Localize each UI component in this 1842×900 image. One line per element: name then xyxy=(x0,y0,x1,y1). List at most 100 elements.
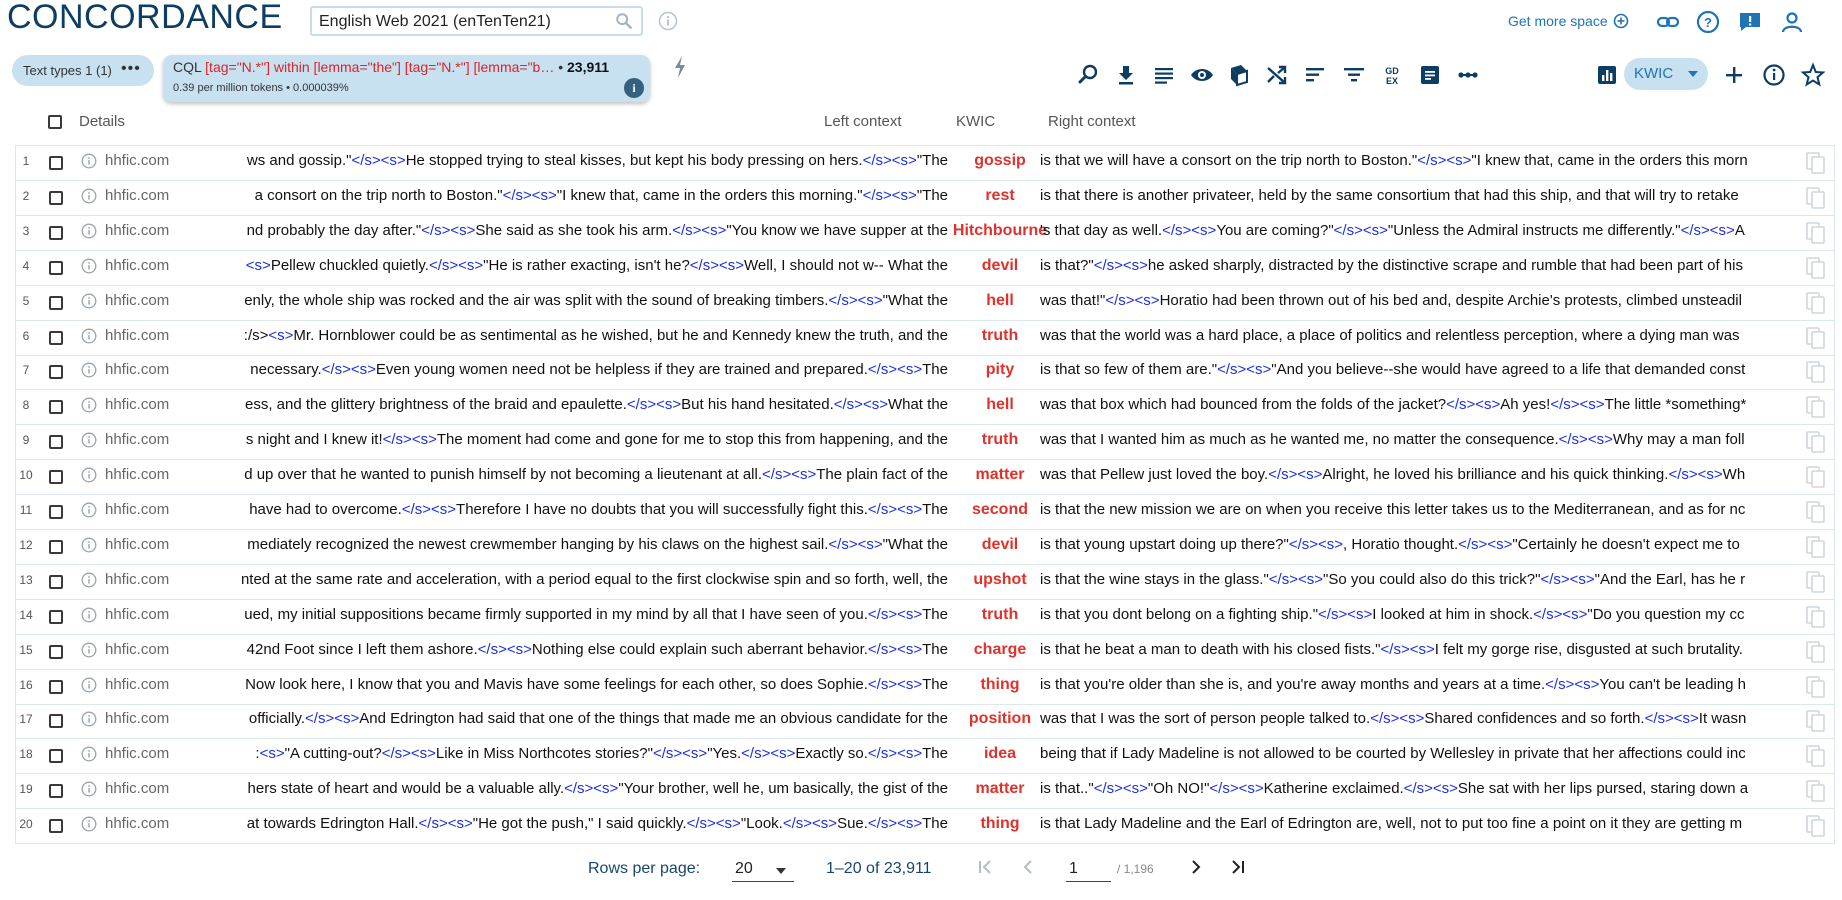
info-icon[interactable] xyxy=(1761,62,1787,88)
row-checkbox[interactable] xyxy=(49,330,63,345)
row-source[interactable]: hhfic.com xyxy=(105,815,169,832)
row-checkbox[interactable] xyxy=(49,295,63,310)
row-source[interactable]: hhfic.com xyxy=(105,222,169,239)
row-info-icon[interactable] xyxy=(81,607,97,623)
row-source[interactable]: hhfic.com xyxy=(105,361,169,378)
download-icon[interactable] xyxy=(1113,62,1139,88)
row-checkbox[interactable] xyxy=(49,749,63,764)
kwic-keyword[interactable]: hell xyxy=(948,396,1052,414)
dictionary-icon[interactable] xyxy=(1226,62,1252,88)
copy-icon[interactable] xyxy=(1805,499,1827,525)
left-context[interactable]: s night and I knew it!</s><s>The moment … xyxy=(178,431,948,453)
right-context[interactable]: is that so few of them are."</s><s>"And … xyxy=(1040,361,1806,383)
table-row[interactable]: 14 hhfic.com ued, my initial supposition… xyxy=(16,600,1834,635)
copy-icon[interactable] xyxy=(1805,568,1827,595)
left-context[interactable]: hers state of heart and would be a valua… xyxy=(178,780,948,802)
left-context[interactable]: <s>Pellew chuckled quietly.</s><s>"He is… xyxy=(178,257,948,279)
row-info-icon[interactable] xyxy=(81,188,97,204)
row-source[interactable]: hhfic.com xyxy=(105,606,169,623)
left-context[interactable]: mediately recognized the newest crewmemb… xyxy=(178,536,948,558)
right-context[interactable]: is that you dont belong on a fighting sh… xyxy=(1040,606,1806,628)
left-context[interactable]: :/s><s>Mr. Hornblower could be as sentim… xyxy=(178,327,948,349)
kwic-keyword[interactable]: hell xyxy=(948,292,1052,310)
row-checkbox[interactable] xyxy=(49,400,63,415)
row-checkbox[interactable] xyxy=(49,365,63,380)
table-row[interactable]: 6 hhfic.com :/s><s>Mr. Hornblower could … xyxy=(16,321,1834,356)
left-context[interactable]: ued, my initial suppositions became firm… xyxy=(178,606,948,628)
right-context[interactable]: is that the wine stays in the glass."</s… xyxy=(1040,571,1806,593)
table-row[interactable]: 5 hhfic.com enly, the whole ship was roc… xyxy=(16,286,1834,321)
copy-icon[interactable] xyxy=(1805,150,1827,176)
table-row[interactable]: 8 hhfic.com ess, and the glittery bright… xyxy=(16,390,1834,426)
copy-icon[interactable] xyxy=(1805,813,1827,840)
shuffle-icon[interactable] xyxy=(1264,62,1290,88)
row-checkbox[interactable] xyxy=(49,260,63,275)
right-context[interactable]: is that you're older than she is, and yo… xyxy=(1040,676,1806,698)
search-icon[interactable] xyxy=(615,12,633,30)
right-context[interactable]: was that box which had bounced from the … xyxy=(1040,396,1806,418)
first-page-icon[interactable] xyxy=(974,856,996,878)
copy-icon[interactable] xyxy=(1805,464,1827,491)
row-info-icon[interactable] xyxy=(81,397,97,413)
link-icon[interactable] xyxy=(1655,9,1681,35)
kwic-keyword[interactable]: truth xyxy=(948,327,1052,345)
note-icon[interactable] xyxy=(1417,62,1443,88)
row-source[interactable]: hhfic.com xyxy=(105,641,169,658)
filter-icon[interactable] xyxy=(1341,62,1367,88)
copy-icon[interactable] xyxy=(1805,533,1827,560)
sort-icon[interactable] xyxy=(1302,62,1328,88)
kwic-keyword[interactable]: matter xyxy=(948,780,1052,798)
row-source[interactable]: hhfic.com xyxy=(105,257,169,274)
row-checkbox[interactable] xyxy=(49,819,63,834)
row-source[interactable]: hhfic.com xyxy=(105,676,169,693)
right-context[interactable]: is that there is another privateer, held… xyxy=(1040,187,1806,209)
left-context[interactable]: nd probably the day after."</s><s>She sa… xyxy=(178,222,948,244)
table-row[interactable]: 12 hhfic.com mediately recognized the ne… xyxy=(16,530,1834,565)
row-info-icon[interactable] xyxy=(81,537,97,553)
copy-icon[interactable] xyxy=(1805,394,1827,421)
search-zoom-icon[interactable] xyxy=(1076,62,1102,88)
row-checkbox[interactable] xyxy=(49,574,63,589)
row-info-icon[interactable] xyxy=(81,328,97,344)
row-checkbox[interactable] xyxy=(49,644,63,659)
lines-icon[interactable] xyxy=(1151,62,1177,88)
right-context[interactable]: was that I wanted him as much as he want… xyxy=(1040,431,1806,453)
row-info-icon[interactable] xyxy=(81,711,97,727)
previous-page-icon[interactable] xyxy=(1017,856,1039,878)
table-row[interactable]: 7 hhfic.com necessary.</s><s>Even young … xyxy=(16,355,1834,391)
table-row[interactable]: 16 hhfic.com Now look here, I know that … xyxy=(16,670,1834,705)
page-number-input[interactable]: 1 xyxy=(1066,855,1111,882)
row-checkbox[interactable] xyxy=(49,539,63,554)
row-info-icon[interactable] xyxy=(81,153,97,169)
row-source[interactable]: hhfic.com xyxy=(105,187,169,204)
kwic-keyword[interactable]: idea xyxy=(948,745,1052,763)
table-row[interactable]: 18 hhfic.com :<s>"A cutting-out?</s><s>L… xyxy=(16,739,1834,775)
row-source[interactable]: hhfic.com xyxy=(105,292,169,309)
copy-icon[interactable] xyxy=(1805,359,1827,386)
row-info-icon[interactable] xyxy=(81,677,97,693)
copy-icon[interactable] xyxy=(1805,429,1827,456)
table-row[interactable]: 1 hhfic.com ws and gossip."</s><s>He sto… xyxy=(16,146,1834,181)
table-row[interactable]: 15 hhfic.com 42nd Foot since I left them… xyxy=(16,635,1834,670)
row-checkbox[interactable] xyxy=(49,470,63,485)
row-info-icon[interactable] xyxy=(81,642,97,658)
row-source[interactable]: hhfic.com xyxy=(105,466,169,483)
star-icon[interactable] xyxy=(1800,62,1826,88)
row-info-icon[interactable] xyxy=(81,467,97,483)
left-context[interactable]: nted at the same rate and acceleration, … xyxy=(178,571,948,593)
select-all-checkbox[interactable] xyxy=(48,115,62,129)
row-info-icon[interactable] xyxy=(81,781,97,797)
left-context[interactable]: Now look here, I know that you and Mavis… xyxy=(178,676,948,698)
row-source[interactable]: hhfic.com xyxy=(105,396,169,413)
table-row[interactable]: 10 hhfic.com d up over that he wanted to… xyxy=(16,460,1834,496)
left-context[interactable]: ess, and the glittery brightness of the … xyxy=(178,396,948,418)
row-source[interactable]: hhfic.com xyxy=(105,501,169,518)
rows-per-page-select[interactable]: 20 xyxy=(732,855,794,882)
table-row[interactable]: 20 hhfic.com at towards Edrington Hall.<… xyxy=(16,809,1834,844)
row-checkbox[interactable] xyxy=(49,784,63,799)
kwic-keyword[interactable]: devil xyxy=(948,257,1052,275)
row-source[interactable]: hhfic.com xyxy=(105,431,169,448)
row-source[interactable]: hhfic.com xyxy=(105,571,169,588)
copy-icon[interactable] xyxy=(1805,603,1827,630)
table-row[interactable]: 17 hhfic.com officially.</s><s>And Edrin… xyxy=(16,704,1834,740)
